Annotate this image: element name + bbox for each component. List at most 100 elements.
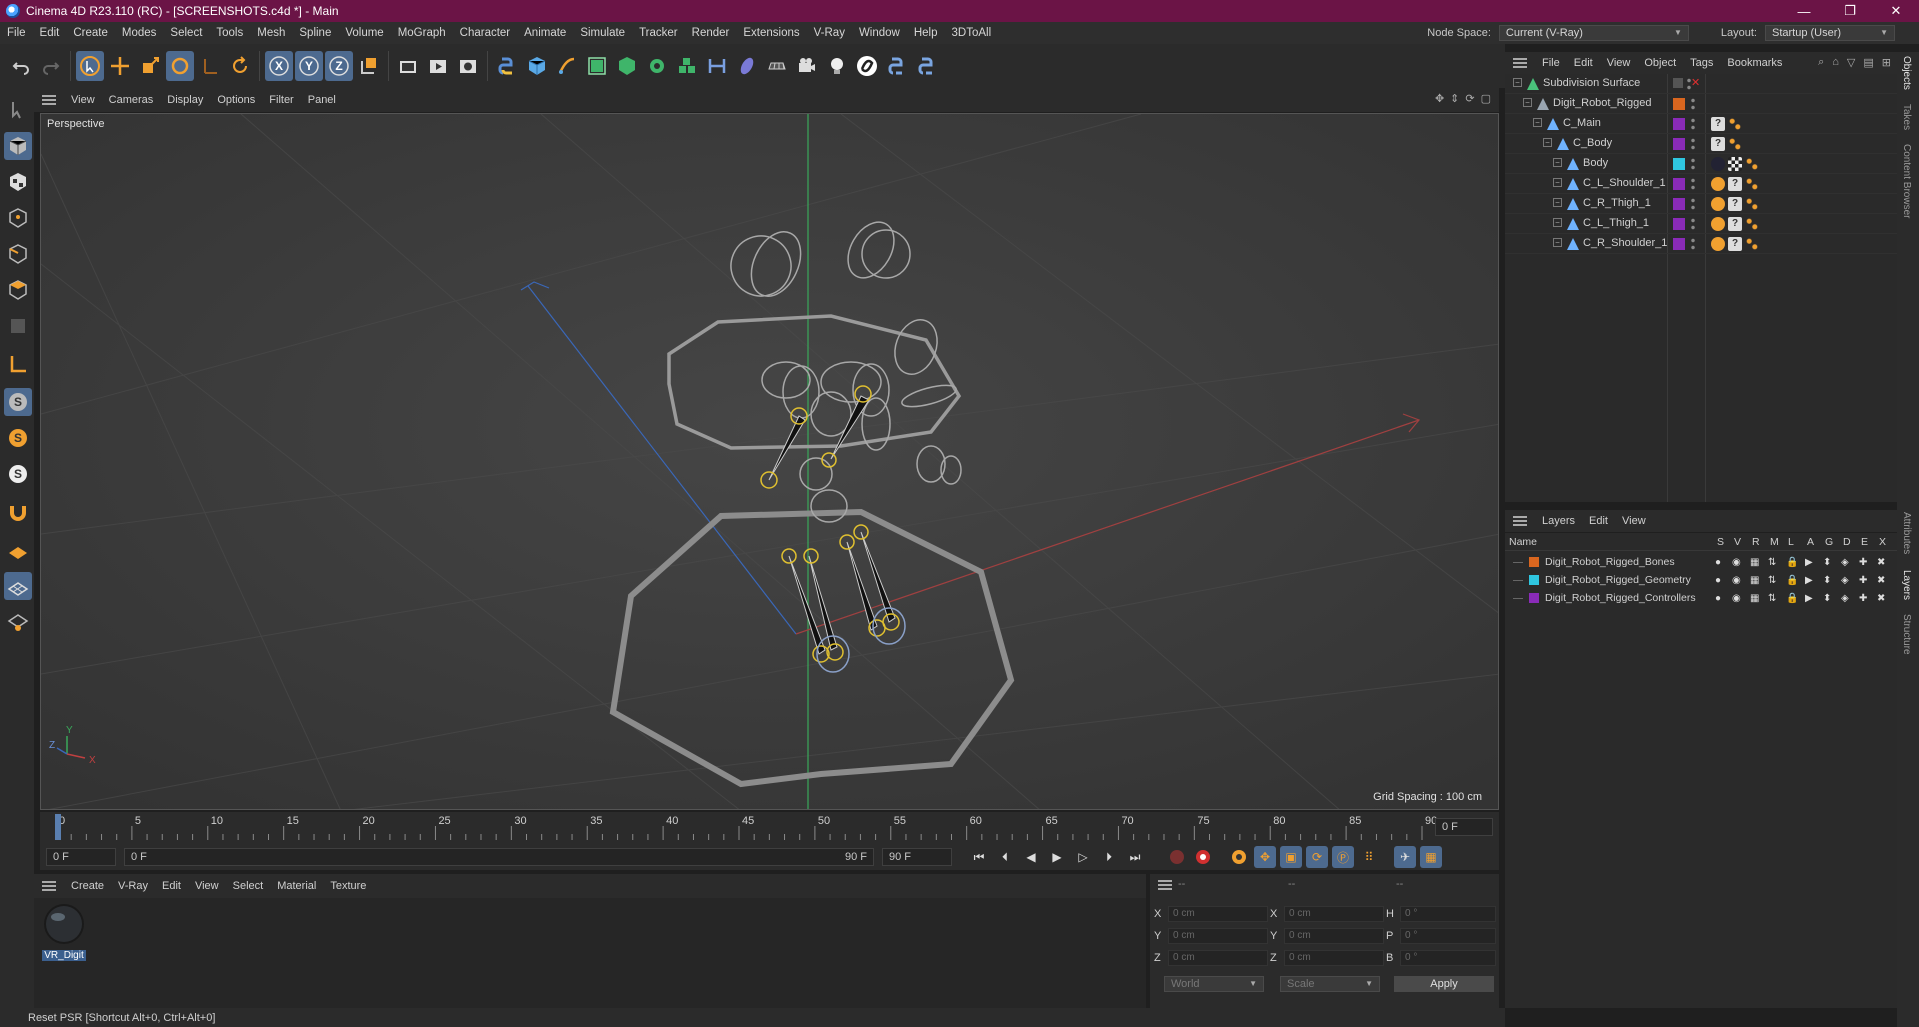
tab-objects[interactable]: Objects: [1901, 56, 1912, 90]
expand-toggle-icon[interactable]: −: [1523, 98, 1532, 107]
previous-key-button[interactable]: ⏴: [994, 846, 1016, 868]
tab-attributes[interactable]: Attributes: [1901, 512, 1912, 554]
constraint-tag-icon[interactable]: [1745, 197, 1759, 211]
check-icon[interactable]: [1673, 78, 1683, 88]
magnet-button[interactable]: [4, 498, 32, 526]
constraint-tag-icon[interactable]: [1745, 217, 1759, 231]
layers-menu-view[interactable]: View: [1615, 515, 1653, 527]
timeline-button[interactable]: ▦: [1420, 846, 1442, 868]
layer-expressions-icon[interactable]: ✚: [1859, 575, 1870, 586]
unknown-tag-icon[interactable]: ?: [1728, 177, 1742, 191]
viewport-menu-display[interactable]: Display: [160, 94, 210, 106]
close-button[interactable]: ✕: [1873, 0, 1919, 22]
render-settings-button[interactable]: [454, 51, 482, 81]
hamburger-icon[interactable]: [42, 881, 56, 891]
layer-expressions-icon[interactable]: ✚: [1859, 557, 1870, 568]
layer-generators-icon[interactable]: ⬍: [1823, 593, 1834, 604]
keyframe-selection-button[interactable]: [1228, 846, 1250, 868]
layer-row[interactable]: Digit_Robot_Rigged_Bones ● ◉ ▦ ⇅ 🔒 ▶ ⬍ ◈ ✚ ✖: [1505, 554, 1897, 571]
mograph-fracture-button[interactable]: [673, 51, 701, 81]
menu-tools[interactable]: Tools: [209, 22, 250, 44]
object-menu-bookmarks[interactable]: Bookmarks: [1720, 57, 1789, 69]
floor-grid-button[interactable]: [4, 536, 32, 564]
size-y-field[interactable]: 0 cm: [1284, 928, 1384, 944]
snap-settings-button[interactable]: S: [4, 424, 32, 452]
layer-deformers-icon[interactable]: ◈: [1841, 557, 1852, 568]
next-frame-button[interactable]: ▷: [1072, 846, 1094, 868]
layer-generators-icon[interactable]: ⬍: [1823, 557, 1834, 568]
rotate-button[interactable]: [166, 51, 194, 81]
render-view-button[interactable]: [394, 51, 422, 81]
menu-render[interactable]: Render: [685, 22, 737, 44]
hamburger-icon[interactable]: [1513, 516, 1527, 526]
visibility-dots[interactable]: [1691, 217, 1695, 231]
unknown-tag-icon[interactable]: ?: [1728, 197, 1742, 211]
expand-toggle-icon[interactable]: −: [1553, 198, 1562, 207]
minimize-button[interactable]: —: [1781, 0, 1827, 22]
key-pla-button[interactable]: ⠿: [1358, 846, 1380, 868]
visibility-dots[interactable]: [1687, 77, 1691, 91]
layer-locked-icon[interactable]: 🔒: [1786, 557, 1798, 568]
y-axis-button[interactable]: Y: [295, 51, 323, 81]
texture-mode-button[interactable]: [4, 168, 32, 196]
layer-color-swatch[interactable]: [1529, 575, 1539, 585]
python-script-2-button[interactable]: [913, 51, 941, 81]
pen-button[interactable]: [553, 51, 581, 81]
rot-p-field[interactable]: 0 °: [1400, 928, 1496, 944]
expand-toggle-icon[interactable]: −: [1553, 158, 1562, 167]
layer-deformers-icon[interactable]: ◈: [1841, 575, 1852, 586]
constraint-tag-icon[interactable]: [1745, 157, 1759, 171]
object-mode-button[interactable]: [4, 132, 32, 160]
scale-button[interactable]: [136, 51, 164, 81]
motion-mode-button[interactable]: ✈: [1394, 846, 1416, 868]
expand-toggle-icon[interactable]: −: [1553, 178, 1562, 187]
texture-tag-icon[interactable]: [1728, 157, 1742, 171]
hamburger-icon[interactable]: [1158, 880, 1172, 890]
layer-row[interactable]: Digit_Robot_Rigged_Controllers ● ◉ ▦ ⇅ 🔒 ▶ ⬍ ◈ ✚ ✖: [1505, 590, 1897, 607]
menu-volume[interactable]: Volume: [338, 22, 390, 44]
layer-visible-icon[interactable]: ◉: [1732, 575, 1743, 586]
layer-row[interactable]: Digit_Robot_Rigged_Geometry ● ◉ ▦ ⇅ 🔒 ▶ ⬍ ◈ ✚ ✖: [1505, 572, 1897, 589]
recent-tool-button[interactable]: [226, 51, 254, 81]
x-axis-button[interactable]: X: [265, 51, 293, 81]
menu-modes[interactable]: Modes: [115, 22, 164, 44]
layer-solo-icon[interactable]: ●: [1715, 575, 1726, 586]
rot-h-field[interactable]: 0 °: [1400, 906, 1496, 922]
field-button[interactable]: [733, 51, 761, 81]
menu-mograph[interactable]: MoGraph: [391, 22, 453, 44]
autokey-button[interactable]: [1192, 846, 1214, 868]
layer-locked-icon[interactable]: 🔒: [1786, 575, 1798, 586]
layer-xrefs-icon[interactable]: ✖: [1877, 575, 1888, 586]
scale-mode-select[interactable]: Scale ▼: [1280, 976, 1380, 992]
last-tool-button[interactable]: [196, 51, 224, 81]
visibility-dots[interactable]: [1691, 177, 1695, 191]
layer-deformers-icon[interactable]: ◈: [1841, 593, 1852, 604]
render-to-picture-viewer-button[interactable]: [424, 51, 452, 81]
viewport-menu-view[interactable]: View: [64, 94, 102, 106]
layer-color-swatch[interactable]: [1673, 158, 1685, 170]
menu-edit[interactable]: Edit: [33, 22, 67, 44]
layer-animation-icon[interactable]: ▶: [1805, 593, 1816, 604]
material-menu-vray[interactable]: V-Ray: [111, 880, 155, 892]
light-button[interactable]: [823, 51, 851, 81]
menu-extensions[interactable]: Extensions: [736, 22, 806, 44]
material-menu-create[interactable]: Create: [64, 880, 111, 892]
menu-create[interactable]: Create: [66, 22, 115, 44]
size-z-field[interactable]: 0 cm: [1284, 950, 1384, 966]
visibility-dots[interactable]: [1691, 157, 1695, 171]
unknown-tag-icon[interactable]: ?: [1711, 137, 1725, 151]
ik-tag-icon[interactable]: [1711, 197, 1725, 211]
visibility-dots[interactable]: [1691, 237, 1695, 251]
maximize-view-icon[interactable]: ▢: [1481, 92, 1491, 105]
expand-toggle-icon[interactable]: −: [1533, 118, 1542, 127]
ik-tag-icon[interactable]: [1711, 177, 1725, 191]
menu-animate[interactable]: Animate: [517, 22, 573, 44]
unknown-tag-icon[interactable]: ?: [1728, 217, 1742, 231]
extrude-button[interactable]: [613, 51, 641, 81]
menu-3dtoall[interactable]: 3DToAll: [945, 22, 999, 44]
object-menu-view[interactable]: View: [1600, 57, 1638, 69]
object-row[interactable]: − C_Body?: [1505, 134, 1897, 154]
object-row[interactable]: − Digit_Robot_Rigged: [1505, 94, 1897, 114]
rotate-view-icon[interactable]: ⟳: [1465, 92, 1474, 105]
axis-grid-button[interactable]: [4, 608, 32, 636]
